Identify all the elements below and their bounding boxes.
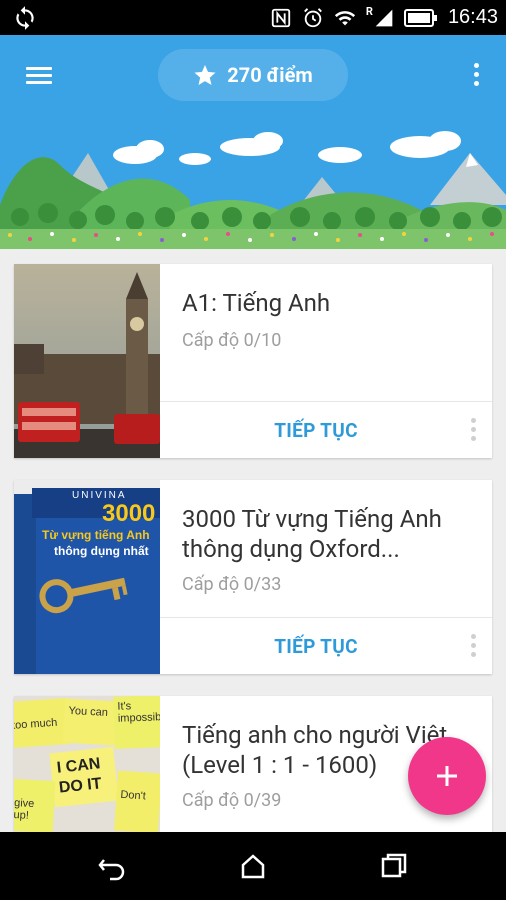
continue-button[interactable]: TIẾP TỤC	[160, 419, 472, 442]
star-icon	[194, 65, 216, 85]
card-divider	[160, 617, 492, 618]
home-icon[interactable]	[233, 846, 273, 886]
course-level: Cấp độ 0/39	[182, 790, 282, 811]
course-level: Cấp độ 0/10	[182, 330, 282, 351]
menu-button[interactable]	[20, 61, 58, 91]
course-level: Cấp độ 0/33	[182, 574, 282, 595]
course-card-2[interactable]: UNIVINA 3000 Từ vựng tiếng Anh thông dụn…	[14, 480, 492, 674]
course-card-1[interactable]: A1: Tiếng Anh Cấp độ 0/10 TIẾP TỤC	[14, 264, 492, 458]
card-divider	[160, 401, 492, 402]
status-bar: R 16:43	[0, 0, 506, 35]
signal-roaming-label: R	[365, 4, 373, 18]
book-title-line2: thông dụng nhất	[54, 544, 149, 558]
signal-icon: R	[365, 4, 394, 28]
points-label: 270 điểm	[227, 63, 313, 87]
note-too-much: too much	[14, 697, 70, 749]
recent-apps-icon[interactable]	[374, 846, 414, 886]
big-ben-thumbnail	[14, 264, 160, 458]
note-you-can: You can	[62, 698, 118, 746]
course-title: 3000 Từ vựng Tiếng Anh thông dụng Oxford…	[182, 505, 442, 563]
overflow-menu-button[interactable]	[466, 59, 486, 91]
back-icon[interactable]	[92, 846, 132, 886]
book-cover-thumbnail: UNIVINA 3000 Từ vựng tiếng Anh thông dụn…	[14, 480, 160, 674]
book-title-line1: Từ vựng tiếng Anh	[42, 528, 150, 542]
points-badge[interactable]: 270 điểm	[158, 49, 348, 101]
continue-button[interactable]: TIẾP TỤC	[160, 635, 472, 658]
note-dont: Don't	[113, 770, 160, 832]
sync-icon	[16, 6, 34, 30]
navigation-bar	[0, 832, 506, 900]
nfc-icon	[271, 8, 291, 27]
clock: 16:43	[447, 6, 498, 28]
plus-icon	[437, 766, 457, 786]
card-more-button[interactable]	[468, 632, 478, 660]
sticky-notes-thumbnail: too much You can It's impossible I CAN D…	[14, 696, 160, 832]
note-impossible: It's impossible	[113, 696, 160, 749]
course-title: A1: Tiếng Anh	[182, 289, 331, 317]
add-course-button[interactable]	[408, 737, 486, 815]
app-header: 270 điểm	[0, 35, 506, 249]
landscape-illustration	[0, 131, 506, 249]
battery-icon	[403, 8, 437, 27]
alarm-icon	[303, 7, 322, 27]
note-give-up: give up!	[14, 778, 56, 832]
wifi-icon	[334, 10, 355, 25]
note-i-can-do-it: I CAN DO IT	[49, 746, 119, 808]
card-more-button[interactable]	[468, 416, 478, 444]
book-number: 3000	[102, 500, 156, 527]
